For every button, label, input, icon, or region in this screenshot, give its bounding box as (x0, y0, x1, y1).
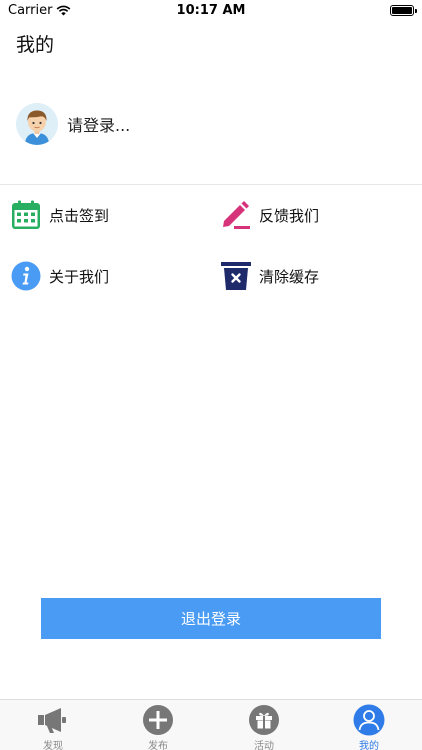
profile-row[interactable]: 请登录... (16, 102, 130, 146)
menu-item-checkin[interactable]: 点击签到 (10, 199, 109, 231)
boy-avatar-icon (16, 103, 58, 145)
gift-icon (248, 704, 280, 736)
menu-item-about[interactable]: 关于我们 (10, 260, 109, 292)
tab-label-mine: 我的 (359, 741, 379, 750)
menu-label-feedback: 反馈我们 (259, 206, 320, 225)
menu-item-clear-cache[interactable]: 清除缓存 (220, 260, 319, 292)
info-icon (10, 260, 42, 292)
tab-label-publish: 发布 (148, 741, 168, 750)
tab-discover[interactable]: 发现 (23, 702, 83, 750)
tab-bar: 发现 发布 活动 我的 (0, 699, 422, 750)
menu-label-clear-cache: 清除缓存 (259, 267, 320, 286)
user-circle-icon (353, 704, 385, 736)
tab-label-activity: 活动 (254, 741, 274, 750)
battery-icon (390, 5, 417, 16)
section-divider (0, 184, 422, 185)
plus-circle-icon (142, 704, 174, 736)
avatar[interactable] (16, 103, 58, 145)
menu-label-about: 关于我们 (49, 267, 110, 286)
menu-label-checkin: 点击签到 (49, 206, 110, 225)
pencil-icon (220, 199, 252, 231)
logout-button[interactable]: 退出登录 (41, 598, 381, 639)
megaphone-icon (37, 704, 69, 736)
login-prompt[interactable]: 请登录... (67, 112, 130, 136)
status-bar: Carrier 10:17 AM (0, 0, 422, 22)
tab-publish[interactable]: 发布 (128, 702, 188, 750)
page-title: 我的 (16, 34, 55, 56)
tab-label-discover: 发现 (43, 741, 63, 750)
menu-item-feedback[interactable]: 反馈我们 (220, 199, 319, 231)
calendar-icon (10, 199, 42, 231)
tab-activity[interactable]: 活动 (234, 702, 294, 750)
trash-icon (220, 260, 252, 292)
tab-mine[interactable]: 我的 (339, 702, 399, 750)
status-time: 10:17 AM (176, 3, 246, 18)
